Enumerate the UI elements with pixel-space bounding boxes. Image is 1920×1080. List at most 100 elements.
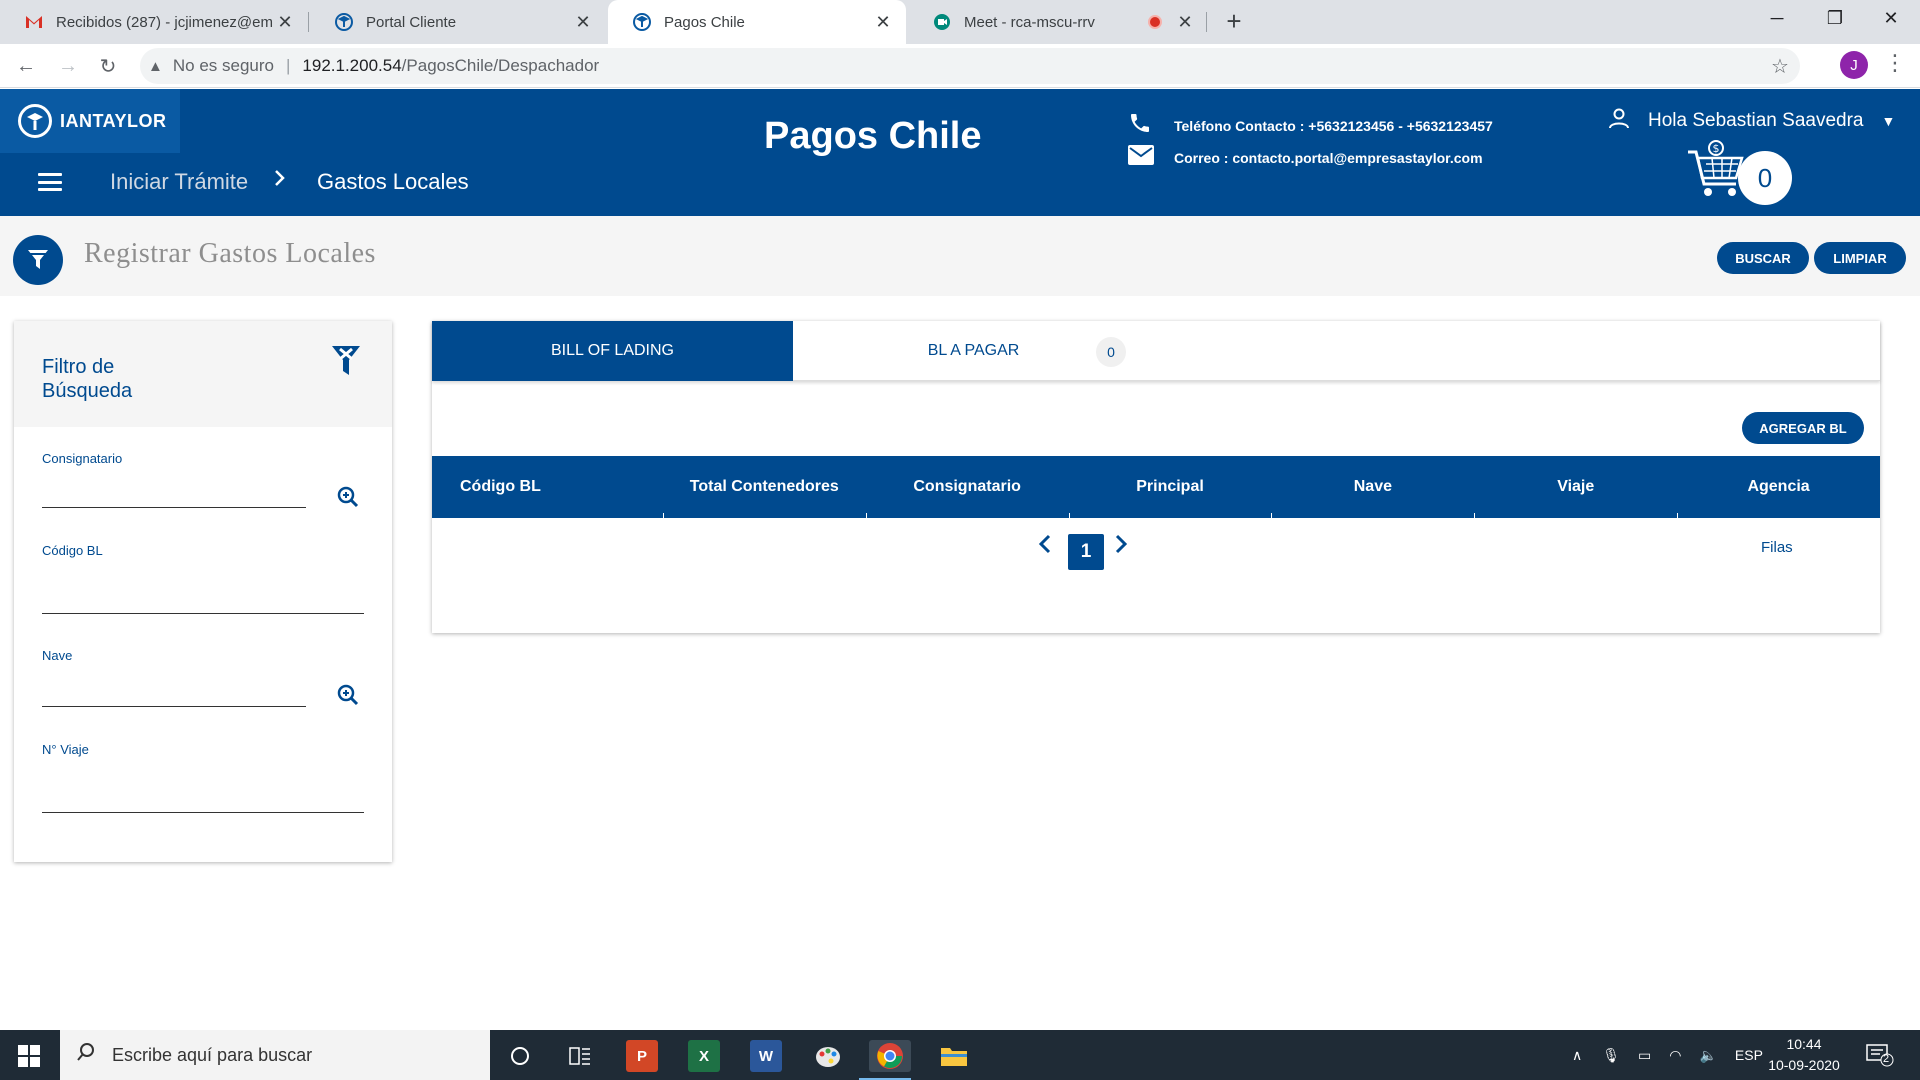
page-number-button[interactable]: 1 (1068, 534, 1104, 570)
consignatario-input[interactable] (42, 507, 306, 508)
taskbar-clock[interactable]: 10:44 10-09-2020 (1754, 1034, 1854, 1076)
omnibox-divider: | (285, 56, 291, 75)
profile-avatar[interactable]: J (1840, 51, 1868, 79)
user-menu[interactable]: Hola Sebastian Saavedra ▼ (1608, 107, 1895, 135)
column-total-contenedores[interactable]: Total Contenedores (662, 456, 866, 519)
notification-count: 2 (1883, 1053, 1890, 1065)
warning-icon[interactable]: ▲ (148, 58, 163, 75)
search-zoom-icon[interactable] (336, 485, 362, 511)
close-icon[interactable]: ✕ (274, 11, 296, 33)
shopping-cart-icon[interactable]: $ (1686, 139, 1746, 203)
browser-toolbar: ← → ↻ ▲ No es seguro | 192.1.200.54/Pago… (0, 44, 1920, 88)
clear-filter-icon[interactable] (330, 343, 364, 381)
bookmark-star-icon[interactable]: ☆ (1760, 54, 1800, 79)
clock-time: 10:44 (1786, 1036, 1822, 1052)
notifications-icon[interactable]: 2 (1866, 1043, 1894, 1067)
ian-taylor-logo-icon (18, 104, 52, 138)
file-explorer-icon[interactable] (938, 1040, 970, 1072)
browser-tab-title: Recibidos (287) - jcjimenez@emp (56, 13, 274, 31)
limpiar-button[interactable]: LIMPIAR (1814, 242, 1906, 274)
phone-icon (1128, 111, 1156, 141)
column-codigo-bl[interactable]: Código BL (432, 456, 663, 518)
column-viaje[interactable]: Viaje (1474, 456, 1677, 519)
address-bar[interactable]: ▲ No es seguro | 192.1.200.54/PagosChile… (140, 48, 1800, 84)
hamburger-menu-icon[interactable] (38, 173, 62, 191)
close-icon[interactable]: ✕ (572, 11, 594, 33)
taskbar-search-placeholder[interactable]: Escribe aquí para buscar (112, 1045, 312, 1066)
chevron-up-icon[interactable]: ∧ (1572, 1047, 1582, 1064)
search-zoom-icon[interactable] (336, 683, 362, 709)
tab-divider (1206, 12, 1207, 32)
excel-icon[interactable]: X (688, 1040, 720, 1072)
viaje-input[interactable] (42, 812, 364, 813)
windows-start-icon[interactable] (18, 1045, 40, 1067)
tab-bill-of-lading[interactable]: BILL OF LADING (432, 321, 793, 381)
column-agencia[interactable]: Agencia (1677, 456, 1880, 519)
browser-menu-icon[interactable]: ⋮ (1884, 50, 1906, 76)
browser-tab-gmail[interactable]: Recibidos (287) - jcjimenez@emp ✕ (0, 0, 308, 44)
column-nave[interactable]: Nave (1271, 456, 1474, 519)
task-view-icon[interactable] (564, 1040, 596, 1072)
volume-icon[interactable]: 🔈 (1699, 1047, 1716, 1064)
taskbar-search[interactable]: Escribe aquí para buscar (60, 1030, 490, 1080)
browser-tabstrip: Recibidos (287) - jcjimenez@emp ✕ Portal… (0, 0, 1920, 44)
app-header: IANTAYLOR Pagos Chile Teléfono Contacto … (0, 89, 1920, 216)
browser-tab-meet[interactable]: Meet - rca-mscu-rrv ✕ (908, 0, 1208, 44)
codigo-bl-label: Código BL (42, 543, 103, 558)
browser-tab-pagos-chile[interactable]: Pagos Chile ✕ (608, 0, 906, 44)
forward-arrow-icon[interactable]: → (54, 52, 82, 80)
word-icon[interactable]: W (750, 1040, 782, 1072)
paint-icon[interactable] (812, 1040, 844, 1072)
close-window-button[interactable]: ✕ (1862, 0, 1920, 36)
agregar-bl-button[interactable]: AGREGAR BL (1742, 412, 1864, 444)
user-icon (1608, 107, 1630, 135)
chrome-icon[interactable] (859, 1040, 911, 1080)
browser-tab-portal-cliente[interactable]: Portal Cliente ✕ (310, 0, 606, 44)
chevron-right-icon (274, 169, 286, 193)
close-icon[interactable]: ✕ (1174, 11, 1196, 33)
filter-title-line2: Búsqueda (42, 380, 133, 402)
bl-card: BILL OF LADING BL A PAGAR 0 AGREGAR BL C… (432, 321, 1880, 633)
column-principal[interactable]: Principal (1068, 456, 1272, 519)
filter-panel: Filtro de Búsqueda Consignatario Código … (14, 321, 392, 862)
minimize-button[interactable]: ─ (1748, 0, 1806, 36)
codigo-bl-input[interactable] (42, 613, 364, 614)
user-greeting[interactable]: Hola Sebastian Saavedra (1648, 110, 1863, 132)
close-icon[interactable]: ✕ (872, 11, 894, 33)
url-path: /PagosChile/Despachador (401, 56, 600, 75)
filter-panel-header: Filtro de Búsqueda (14, 321, 392, 427)
windows-taskbar: Escribe aquí para buscar P X W ∧ 🎙 ▭ ◠ 🔈… (0, 1030, 1920, 1080)
page-brand-title: Pagos Chile (764, 115, 982, 157)
chevron-right-icon[interactable] (1114, 531, 1128, 562)
column-consignatario[interactable]: Consignatario (865, 456, 1069, 519)
security-label[interactable]: No es seguro (173, 56, 274, 76)
mail-icon (1128, 145, 1156, 171)
cart-count-badge[interactable]: 0 (1738, 151, 1792, 205)
nave-input[interactable] (42, 706, 306, 707)
breadcrumb-iniciar-tramite[interactable]: Iniciar Trámite (110, 169, 248, 195)
ian-taylor-icon (632, 12, 652, 32)
reload-icon[interactable]: ↻ (94, 52, 122, 80)
powerpoint-icon[interactable]: P (626, 1040, 658, 1072)
microphone-icon[interactable]: 🎙 (1602, 1047, 1620, 1064)
new-tab-button[interactable]: + (1220, 8, 1248, 36)
meet-icon (932, 12, 952, 32)
breadcrumb-gastos-locales: Gastos Locales (317, 169, 469, 194)
logo-text: IANTAYLOR (60, 110, 167, 131)
brand-logo[interactable]: IANTAYLOR (0, 89, 180, 153)
clock-date: 10-09-2020 (1768, 1057, 1840, 1073)
back-arrow-icon[interactable]: ← (12, 52, 40, 80)
wifi-icon[interactable]: ◠ (1669, 1047, 1681, 1064)
battery-icon[interactable]: ▭ (1638, 1047, 1651, 1064)
svg-text:$: $ (1713, 142, 1720, 155)
restore-button[interactable]: ❐ (1806, 0, 1864, 36)
chevron-left-icon[interactable] (1038, 531, 1052, 562)
filter-title-line1: Filtro de (42, 356, 115, 378)
buscar-button[interactable]: BUSCAR (1717, 242, 1809, 274)
rows-per-page-label[interactable]: Filas (1761, 539, 1793, 556)
tab-divider (308, 12, 309, 32)
chevron-down-icon[interactable]: ▼ (1881, 113, 1895, 129)
cortana-icon[interactable] (504, 1040, 536, 1072)
gmail-icon (24, 12, 44, 32)
browser-tab-title: Meet - rca-mscu-rrv (964, 13, 1095, 31)
